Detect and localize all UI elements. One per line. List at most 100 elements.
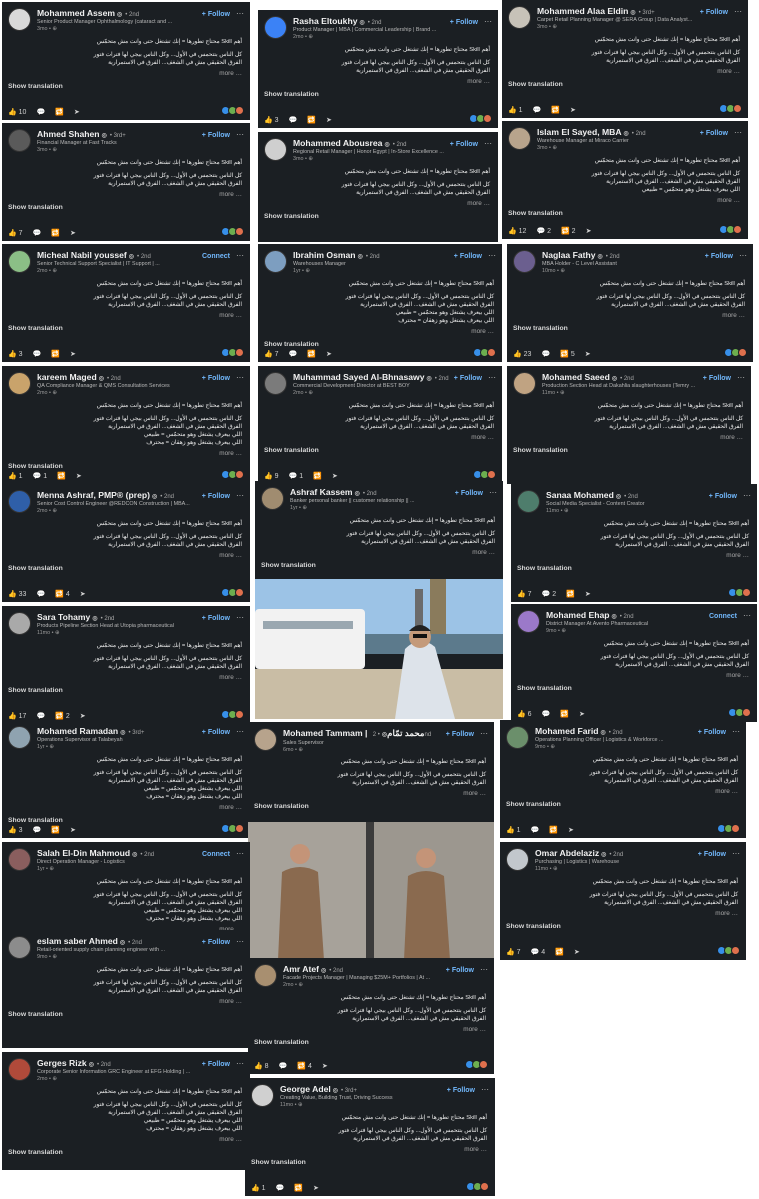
more-options-icon[interactable]: ··· (480, 729, 488, 738)
more-options-icon[interactable]: ··· (732, 727, 740, 736)
reaction-icons[interactable] (728, 588, 751, 597)
avatar[interactable] (264, 138, 287, 161)
avatar[interactable] (517, 610, 540, 633)
avatar[interactable] (8, 250, 31, 273)
show-translation-button[interactable]: Show translation (8, 204, 244, 211)
comment-button[interactable]: 💬 4 (531, 948, 546, 956)
author-name[interactable]: Omar Abdelaziz (535, 848, 599, 858)
show-translation-button[interactable]: Show translation (8, 1149, 244, 1156)
show-translation-button[interactable]: Show translation (254, 1039, 488, 1046)
post-image[interactable] (255, 579, 503, 719)
connect-button[interactable]: Connect (709, 613, 737, 620)
author-name[interactable]: Islam El Sayed, MBA (537, 127, 622, 137)
follow-button[interactable]: + Follow (705, 253, 733, 260)
author-name[interactable]: Salah El-Din Mahmoud (37, 848, 130, 858)
author-name[interactable]: Muhammad Sayed Al-Bhnasawy (293, 372, 425, 382)
send-button[interactable]: ➤ (586, 227, 592, 235)
follow-button[interactable]: + Follow (709, 493, 737, 500)
like-button[interactable]: 👍 23 (513, 350, 531, 358)
send-button[interactable]: ➤ (585, 590, 591, 598)
see-more-link[interactable]: more … (8, 191, 244, 198)
reaction-icons[interactable] (719, 104, 742, 113)
follow-button[interactable]: + Follow (703, 375, 731, 382)
follow-button[interactable]: + Follow (202, 11, 230, 18)
show-translation-button[interactable]: Show translation (264, 213, 492, 220)
see-more-link[interactable]: more … (513, 312, 747, 319)
reaction-icons[interactable] (724, 348, 747, 357)
show-translation-button[interactable]: Show translation (254, 803, 488, 810)
like-button[interactable]: 👍 33 (8, 590, 26, 598)
author-name[interactable]: Gerges Rizk (37, 1058, 87, 1068)
more-options-icon[interactable]: ··· (236, 251, 244, 260)
more-options-icon[interactable]: ··· (236, 373, 244, 382)
send-button[interactable]: ➤ (574, 948, 580, 956)
follow-button[interactable]: + Follow (202, 615, 230, 622)
show-translation-button[interactable]: Show translation (508, 210, 742, 217)
see-more-link[interactable]: more … (8, 1136, 244, 1143)
send-button[interactable]: ➤ (74, 108, 80, 116)
see-more-link[interactable]: more … (517, 552, 751, 559)
send-button[interactable]: ➤ (322, 1062, 328, 1070)
repost-button[interactable]: 🔁 (294, 1184, 303, 1192)
more-options-icon[interactable]: ··· (236, 937, 244, 946)
author-name[interactable]: Amr Atef (283, 964, 319, 974)
see-more-link[interactable]: more … (508, 68, 742, 75)
follow-button[interactable]: + Follow (202, 729, 230, 736)
avatar[interactable] (517, 490, 540, 513)
see-more-link[interactable]: more … (8, 674, 244, 681)
like-button[interactable]: 👍 1 (506, 826, 521, 834)
repost-button[interactable]: 🔁 (313, 472, 322, 480)
comment-button[interactable]: 💬 (531, 826, 540, 834)
comment-button[interactable]: 💬 (36, 712, 45, 720)
like-button[interactable]: 👍 7 (264, 350, 279, 358)
see-more-link[interactable]: more … (8, 450, 244, 457)
reaction-icons[interactable] (221, 470, 244, 479)
reaction-icons[interactable] (717, 824, 740, 833)
show-translation-button[interactable]: Show translation (506, 923, 740, 930)
more-options-icon[interactable]: ··· (734, 7, 742, 16)
avatar[interactable] (8, 372, 31, 395)
author-name[interactable]: Ashraf Kassem (290, 487, 353, 497)
like-button[interactable]: 👍 7 (8, 229, 23, 237)
author-name[interactable]: Mohammed Assem (37, 8, 115, 18)
see-more-link[interactable]: more … (506, 788, 740, 795)
reaction-icons[interactable] (221, 227, 244, 236)
see-more-link[interactable]: more … (8, 998, 244, 1005)
send-button[interactable]: ➤ (80, 712, 86, 720)
author-name[interactable]: Micheal Nabil youssef (37, 250, 127, 260)
send-button[interactable]: ➤ (585, 350, 591, 358)
show-translation-button[interactable]: Show translation (8, 83, 244, 90)
follow-button[interactable]: + Follow (446, 731, 474, 738)
see-more-link[interactable]: more … (254, 790, 488, 797)
more-options-icon[interactable]: ··· (743, 611, 751, 620)
show-translation-button[interactable]: Show translation (513, 447, 745, 454)
reaction-icons[interactable] (717, 946, 740, 955)
reaction-icons[interactable] (719, 225, 742, 234)
follow-button[interactable]: + Follow (446, 967, 474, 974)
reaction-icons[interactable] (221, 824, 244, 833)
show-translation-button[interactable]: Show translation (506, 801, 740, 808)
send-button[interactable]: ➤ (332, 472, 338, 480)
reaction-icons[interactable] (221, 106, 244, 115)
like-button[interactable]: 👍 10 (8, 108, 26, 116)
send-button[interactable]: ➤ (313, 1184, 319, 1192)
repost-button[interactable]: 🔁 (51, 350, 60, 358)
comment-button[interactable]: 💬 (279, 1062, 288, 1070)
reaction-icons[interactable] (728, 708, 751, 717)
more-options-icon[interactable]: ··· (743, 491, 751, 500)
author-name[interactable]: George Adel (280, 1084, 331, 1094)
comment-button[interactable]: 💬 (542, 710, 551, 718)
like-button[interactable]: 👍 6 (517, 710, 532, 718)
repost-button[interactable]: 🔁 2 (55, 712, 70, 720)
avatar[interactable] (8, 848, 31, 871)
repost-button[interactable]: 🔁 (566, 590, 575, 598)
avatar[interactable] (261, 487, 284, 510)
repost-button[interactable]: 🔁 (307, 350, 316, 358)
avatar[interactable] (264, 250, 287, 273)
follow-button[interactable]: + Follow (202, 939, 230, 946)
reaction-icons[interactable] (221, 588, 244, 597)
show-translation-button[interactable]: Show translation (251, 1159, 489, 1166)
like-button[interactable]: 👍 1 (508, 106, 523, 114)
see-more-link[interactable]: more … (261, 549, 497, 556)
avatar[interactable] (506, 726, 529, 749)
